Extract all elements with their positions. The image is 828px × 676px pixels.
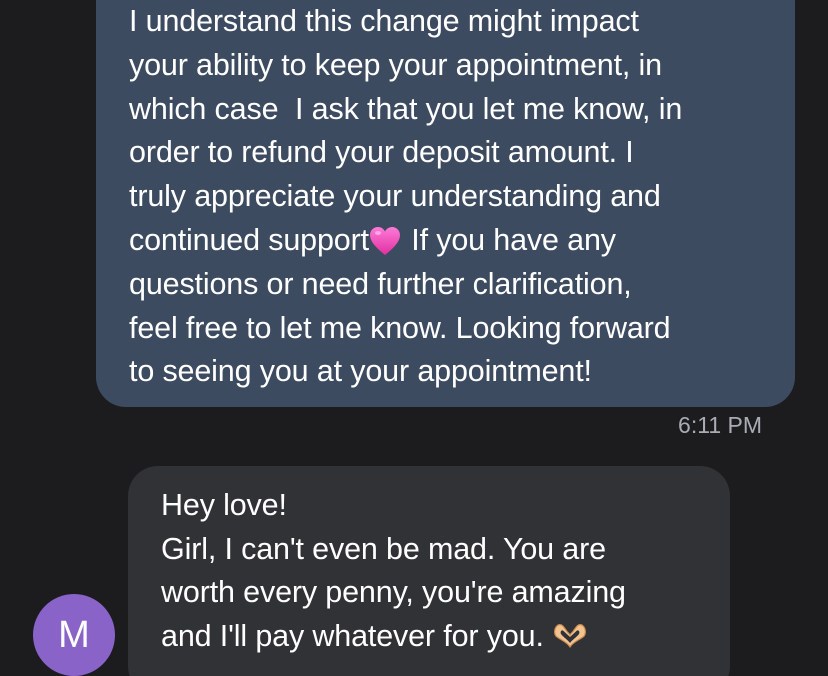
sent-message-text: I understand this change might impact yo… (129, 0, 765, 394)
sent-line: continued support (129, 222, 369, 257)
sent-line: truly appreciate your understanding and (129, 179, 661, 214)
received-line: Girl, I can't even be mad. You are (161, 531, 606, 566)
received-line: and I'll pay whatever for you. (161, 618, 544, 653)
sent-line: I understand this change might impact (129, 4, 639, 38)
sent-line: feel free to let me know. Looking forwar… (129, 310, 671, 345)
sent-line: If you have any (402, 222, 616, 257)
sent-line: your ability to keep your appointment, i… (129, 47, 662, 82)
sent-message-bubble[interactable]: I understand this change might impact yo… (96, 0, 795, 407)
sent-line: order to refund your deposit amount. I (129, 135, 634, 170)
received-line: worth every penny, you're amazing (161, 575, 626, 609)
received-message-text: Hey love! Girl, I can't even be mad. You… (161, 484, 706, 658)
sent-line: to seeing you at your appointment! (129, 354, 592, 389)
heart-hands-icon (553, 623, 586, 648)
avatar[interactable]: M (33, 594, 115, 676)
conversation-view: I understand this change might impact yo… (0, 0, 828, 676)
sent-line: which case I ask that you let me know, i… (129, 91, 683, 126)
pink-heart-icon (369, 226, 400, 255)
sent-line: questions or need further clarification, (129, 266, 632, 301)
message-timestamp: 6:11 PM (678, 412, 762, 438)
received-line: Hey love! (161, 488, 287, 522)
received-message-bubble[interactable]: Hey love! Girl, I can't even be mad. You… (128, 466, 730, 676)
